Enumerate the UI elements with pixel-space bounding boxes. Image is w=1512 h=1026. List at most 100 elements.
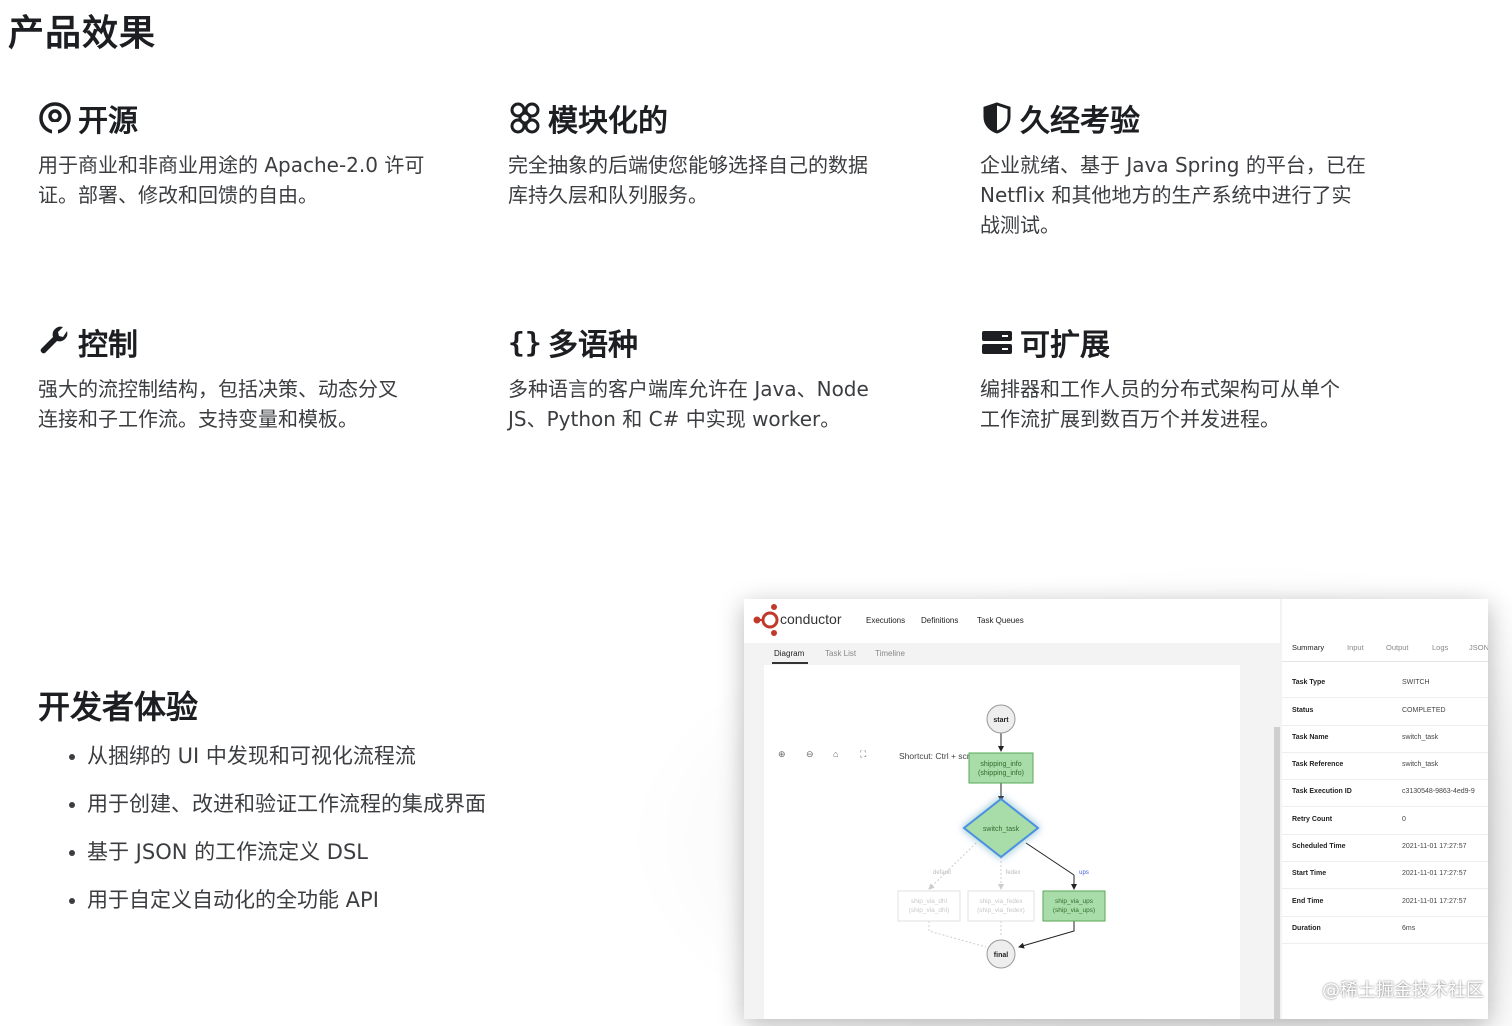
tab-summary[interactable]: Summary [1292, 643, 1324, 652]
feature-title: 多语种 [548, 328, 638, 363]
feature-line: 编排器和工作人员的分布式架构可从单个 [980, 377, 1340, 401]
tab-timeline[interactable]: Timeline [875, 649, 905, 658]
list-item: 从捆绑的 UI 中发现和可视化流程流 [60, 734, 486, 782]
edge [1025, 842, 1075, 876]
node-label: shipping_info [980, 761, 1021, 768]
feature-line: 强大的流控制结构，包括决策、动态分叉 [38, 377, 398, 401]
detail-row: Task Name switch_task [1282, 725, 1488, 753]
detail-row: Retry Count 0 [1282, 807, 1488, 835]
detail-key: Task Name [1292, 734, 1329, 741]
feature-line: 证。部署、修改和回馈的自由。 [38, 183, 318, 207]
conductor-ui-screenshot: conductor Executions Definitions Task Qu… [744, 599, 1488, 1019]
node-ship-via-ups[interactable] [1042, 890, 1106, 922]
nav-executions[interactable]: Executions [866, 616, 905, 625]
edge-label-default: default [933, 870, 951, 876]
detail-key: Task Type [1292, 679, 1326, 686]
node-shipping-info[interactable] [968, 752, 1034, 784]
app-logo-text: conductor [780, 611, 842, 627]
feature-description: 多种语言的客户端库允许在 Java、Node JS、Python 和 C# 中实… [508, 374, 928, 434]
feature-line: 完全抽象的后端使您能够选择自己的数据 [508, 153, 868, 177]
node-ship-via-dhl[interactable] [897, 890, 961, 922]
list-item: 用于创建、改进和验证工作流程的集成界面 [60, 782, 486, 830]
feature-control: 控制 强大的流控制结构，包括决策、动态分叉 连接和子工作流。支持变量和模板。 [38, 320, 458, 434]
shield-icon [983, 102, 1011, 134]
detail-key: Scheduled Time [1292, 843, 1346, 850]
workflow-diagram: start shipping_info (shipping_info) swit… [897, 704, 1106, 969]
feature-line: 库持久层和队列服务。 [508, 183, 708, 207]
detail-key: Task Reference [1292, 761, 1344, 768]
wrench-icon [40, 326, 68, 354]
feature-title: 控制 [78, 328, 138, 363]
detail-key: Retry Count [1292, 816, 1333, 823]
tab-task-list[interactable]: Task List [825, 649, 856, 658]
dev-experience-list: 从捆绑的 UI 中发现和可视化流程流 用于创建、改进和验证工作流程的集成界面 基… [60, 734, 486, 926]
feature-description: 企业就绪、基于 Java Spring 的平台，已在 Netflix 和其他地方… [980, 150, 1400, 240]
node-label: ship_via_fedex [979, 898, 1023, 905]
feature-description: 完全抽象的后端使您能够选择自己的数据 库持久层和队列服务。 [508, 150, 928, 210]
detail-key: Start Time [1292, 870, 1327, 877]
feature-line: JS、Python 和 C# 中实现 worker。 [508, 407, 841, 431]
node-label: switch_task [983, 826, 1020, 833]
feature-line: Netflix 和其他地方的生产系统中进行了实 [980, 183, 1352, 207]
feature-scalable: 可扩展 编排器和工作人员的分布式架构可从单个 工作流扩展到数百万个并发进程。 [980, 320, 1400, 434]
detail-row: Task Execution ID c3130548-9863-4ed9-9 [1282, 779, 1488, 807]
node-label: (ship_via_dhl) [909, 907, 949, 914]
detail-key: End Time [1292, 898, 1324, 905]
node-ship-via-fedex[interactable] [967, 890, 1035, 922]
tab-output[interactable]: Output [1386, 643, 1409, 652]
tab-input[interactable]: Input [1347, 643, 1364, 652]
detail-value: 2021-11-01 17:27:57 [1402, 898, 1467, 905]
feature-line: 用于商业和非商业用途的 Apache-2.0 许可 [38, 153, 425, 177]
node-label: (ship_via_fedex) [977, 907, 1025, 914]
tab-json[interactable]: JSON [1469, 643, 1488, 652]
detail-value: SWITCH [1402, 679, 1430, 686]
nav-definitions[interactable]: Definitions [921, 616, 958, 625]
list-item: 基于 JSON 的工作流定义 DSL [60, 830, 486, 878]
detail-value: c3130548-9863-4ed9-9 [1402, 788, 1475, 795]
node-final-label: final [994, 952, 1008, 959]
page-title: 产品效果 [8, 13, 157, 54]
edge-label-ups: ups [1079, 870, 1089, 876]
node-label: (shipping_info) [978, 770, 1024, 777]
detail-row: Status COMPLETED [1282, 698, 1488, 726]
server-icon [982, 331, 1012, 354]
feature-battle-tested: 久经考验 企业就绪、基于 Java Spring 的平台，已在 Netflix … [980, 96, 1400, 240]
nav-task-queues[interactable]: Task Queues [977, 616, 1024, 625]
detail-value: 0 [1402, 816, 1406, 823]
workflow-canvas[interactable]: ⊕ ⊖ ⌂ ⛶ Shortcut: Ctrl + scroll to zoom [764, 665, 1240, 1019]
feature-title: 久经考验 [1020, 104, 1140, 139]
feature-title: 可扩展 [1020, 328, 1110, 363]
detail-value: 2021-11-01 17:27:57 [1402, 843, 1467, 850]
feature-title: 模块化的 [548, 104, 668, 139]
feature-polyglot: {} 多语种 多种语言的客户端库允许在 Java、Node JS、Python … [508, 320, 928, 434]
tab-diagram[interactable]: Diagram [774, 649, 804, 658]
feature-open-source: 开源 用于商业和非商业用途的 Apache-2.0 许可 证。部署、修改和回馈的… [38, 96, 458, 210]
detail-value: 2021-11-01 17:27:57 [1402, 870, 1467, 877]
conductor-logo-icon [753, 604, 779, 636]
node-label: (ship_via_ups) [1053, 907, 1095, 914]
detail-row: Scheduled Time 2021-11-01 17:27:57 [1282, 834, 1488, 862]
feature-description: 强大的流控制结构，包括决策、动态分叉 连接和子工作流。支持变量和模板。 [38, 374, 458, 434]
app-header: conductor Executions Definitions Task Qu… [744, 599, 1280, 643]
feature-description: 编排器和工作人员的分布式架构可从单个 工作流扩展到数百万个并发进程。 [980, 374, 1400, 434]
node-start-label: start [993, 717, 1009, 724]
detail-value: switch_task [1402, 761, 1439, 768]
feature-line: 工作流扩展到数百万个并发进程。 [980, 407, 1280, 431]
scrollbar[interactable] [1274, 727, 1280, 1019]
detail-row: Task Reference switch_task [1282, 752, 1488, 780]
modular-icon [510, 102, 540, 134]
detail-row: Start Time 2021-11-01 17:27:57 [1282, 861, 1488, 889]
feature-line: 多种语言的客户端库允许在 Java、Node [508, 377, 869, 401]
feature-title: 开源 [78, 104, 138, 139]
feature-line: 企业就绪、基于 Java Spring 的平台，已在 [980, 153, 1366, 177]
detail-value: switch_task [1402, 734, 1439, 741]
edge [928, 921, 987, 948]
open-source-icon [39, 102, 71, 134]
feature-modular: 模块化的 完全抽象的后端使您能够选择自己的数据 库持久层和队列服务。 [508, 96, 928, 210]
feature-line: 连接和子工作流。支持变量和模板。 [38, 407, 358, 431]
detail-value: 6ms [1402, 925, 1416, 932]
tab-logs[interactable]: Logs [1432, 643, 1448, 652]
watermark: @稀土掘金技术社区 [1322, 980, 1484, 1001]
edge [928, 842, 977, 890]
detail-row: End Time 2021-11-01 17:27:57 [1282, 889, 1488, 917]
